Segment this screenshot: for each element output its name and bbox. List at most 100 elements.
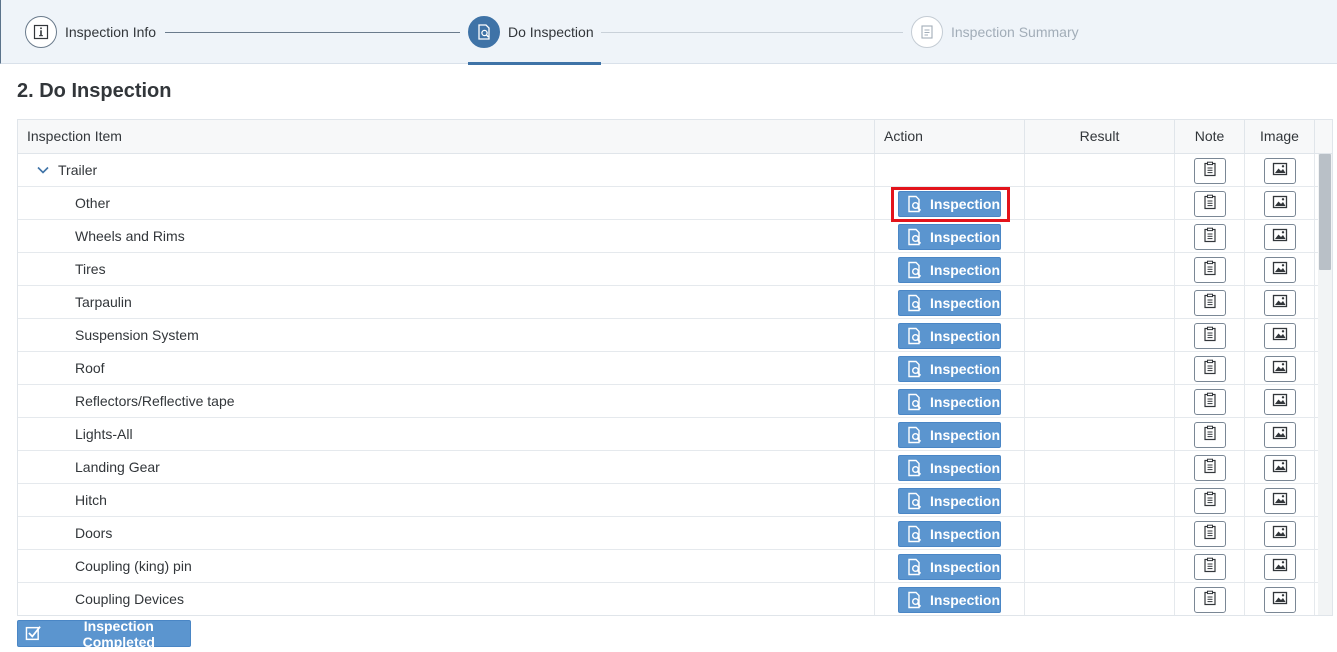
cell-result [1025, 319, 1175, 351]
chevron-down-icon[interactable] [36, 163, 50, 177]
cell-image [1245, 319, 1315, 351]
image-button[interactable] [1264, 521, 1296, 547]
image-button[interactable] [1264, 224, 1296, 250]
inspection-item-label: Coupling Devices [75, 591, 184, 607]
note-button[interactable] [1194, 455, 1226, 481]
group-row-trailer[interactable]: Trailer [18, 154, 1318, 187]
table-row: Roof Inspection [18, 352, 1318, 385]
vertical-scrollbar[interactable] [1318, 154, 1332, 615]
cell-image [1245, 253, 1315, 285]
cell-item: Lights-All [18, 418, 875, 450]
inspection-button[interactable]: Inspection [898, 554, 1001, 580]
cell-item: Trailer [18, 154, 875, 186]
image-button[interactable] [1264, 587, 1296, 613]
clipboard-icon [1202, 590, 1218, 611]
cell-action: Inspection [875, 583, 1025, 615]
note-button[interactable] [1194, 356, 1226, 382]
inspection-button[interactable]: Inspection [898, 455, 1001, 481]
cell-action: Inspection [875, 385, 1025, 417]
inspection-button[interactable]: Inspection [898, 290, 1001, 316]
cell-item: Reflectors/Reflective tape [18, 385, 875, 417]
scrollbar-thumb[interactable] [1319, 154, 1331, 270]
clipboard-icon [1202, 326, 1218, 347]
summary-icon [911, 16, 943, 48]
note-button[interactable] [1194, 290, 1226, 316]
inspection-completed-button[interactable]: Inspection Completed [17, 617, 191, 650]
document-search-icon [906, 360, 930, 378]
cell-note [1175, 286, 1245, 318]
inspection-button[interactable]: Inspection [898, 587, 1001, 613]
cell-note [1175, 385, 1245, 417]
step-inspection-summary: Inspection Summary [911, 15, 1079, 49]
cell-result [1025, 583, 1175, 615]
clipboard-icon [1202, 161, 1218, 182]
inspection-button[interactable]: Inspection [898, 389, 1001, 415]
inspection-button[interactable]: Inspection [898, 323, 1001, 349]
button-label: Inspection [930, 328, 1001, 344]
step-do-inspection[interactable]: Do Inspection [468, 15, 594, 49]
column-header-image: Image [1245, 120, 1315, 154]
button-label: Inspection [930, 196, 1001, 212]
note-button[interactable] [1194, 488, 1226, 514]
cell-action: Inspection [875, 484, 1025, 516]
inspection-button[interactable]: Inspection [898, 257, 1001, 283]
cell-image [1245, 418, 1315, 450]
document-search-icon [906, 558, 930, 576]
column-header-action: Action [875, 120, 1025, 154]
cell-item: Wheels and Rims [18, 220, 875, 252]
inspection-button[interactable]: Inspection [898, 191, 1001, 217]
cell-note [1175, 352, 1245, 384]
note-button[interactable] [1194, 224, 1226, 250]
clipboard-icon [1202, 491, 1218, 512]
inspection-table: Inspection Item Action Result Note Image… [17, 119, 1333, 616]
document-search-icon [906, 294, 930, 312]
note-button[interactable] [1194, 422, 1226, 448]
note-button[interactable] [1194, 521, 1226, 547]
inspection-button[interactable]: Inspection [898, 521, 1001, 547]
inspection-item-label: Hitch [75, 492, 107, 508]
wizard-header: Inspection Info Do Inspection Inspection… [0, 0, 1337, 65]
table-row: Wheels and Rims Inspection [18, 220, 1318, 253]
document-search-icon [468, 16, 500, 48]
note-button[interactable] [1194, 554, 1226, 580]
column-header-result: Result [1025, 120, 1175, 154]
note-button[interactable] [1194, 587, 1226, 613]
cell-item: Hitch [18, 484, 875, 516]
inspection-button[interactable]: Inspection [898, 488, 1001, 514]
image-button[interactable] [1264, 455, 1296, 481]
image-button[interactable] [1264, 323, 1296, 349]
image-icon [1272, 491, 1288, 512]
note-button[interactable] [1194, 257, 1226, 283]
clipboard-icon [1202, 194, 1218, 215]
button-label: Inspection [930, 526, 1001, 542]
clipboard-icon [1202, 359, 1218, 380]
document-search-icon [906, 261, 930, 279]
clipboard-icon [1202, 557, 1218, 578]
inspection-button[interactable]: Inspection [898, 224, 1001, 250]
note-button[interactable] [1194, 389, 1226, 415]
inspection-item-label: Coupling (king) pin [75, 558, 192, 574]
document-search-icon [906, 195, 930, 213]
image-button[interactable] [1264, 191, 1296, 217]
image-button[interactable] [1264, 389, 1296, 415]
cell-result [1025, 187, 1175, 219]
cell-result [1025, 418, 1175, 450]
button-label: Inspection Completed [82, 617, 155, 650]
image-button[interactable] [1264, 356, 1296, 382]
inspection-button[interactable]: Inspection [898, 356, 1001, 382]
image-button[interactable] [1264, 158, 1296, 184]
note-button[interactable] [1194, 191, 1226, 217]
image-button[interactable] [1264, 257, 1296, 283]
table-row: Tires Inspection [18, 253, 1318, 286]
step-inspection-info[interactable]: Inspection Info [25, 15, 156, 49]
image-button[interactable] [1264, 488, 1296, 514]
note-button[interactable] [1194, 323, 1226, 349]
image-icon [1272, 260, 1288, 281]
inspection-button[interactable]: Inspection [898, 422, 1001, 448]
note-button[interactable] [1194, 158, 1226, 184]
image-button[interactable] [1264, 554, 1296, 580]
inspection-item-label: Suspension System [75, 327, 199, 343]
image-button[interactable] [1264, 422, 1296, 448]
inspection-item-label: Landing Gear [75, 459, 160, 475]
image-button[interactable] [1264, 290, 1296, 316]
